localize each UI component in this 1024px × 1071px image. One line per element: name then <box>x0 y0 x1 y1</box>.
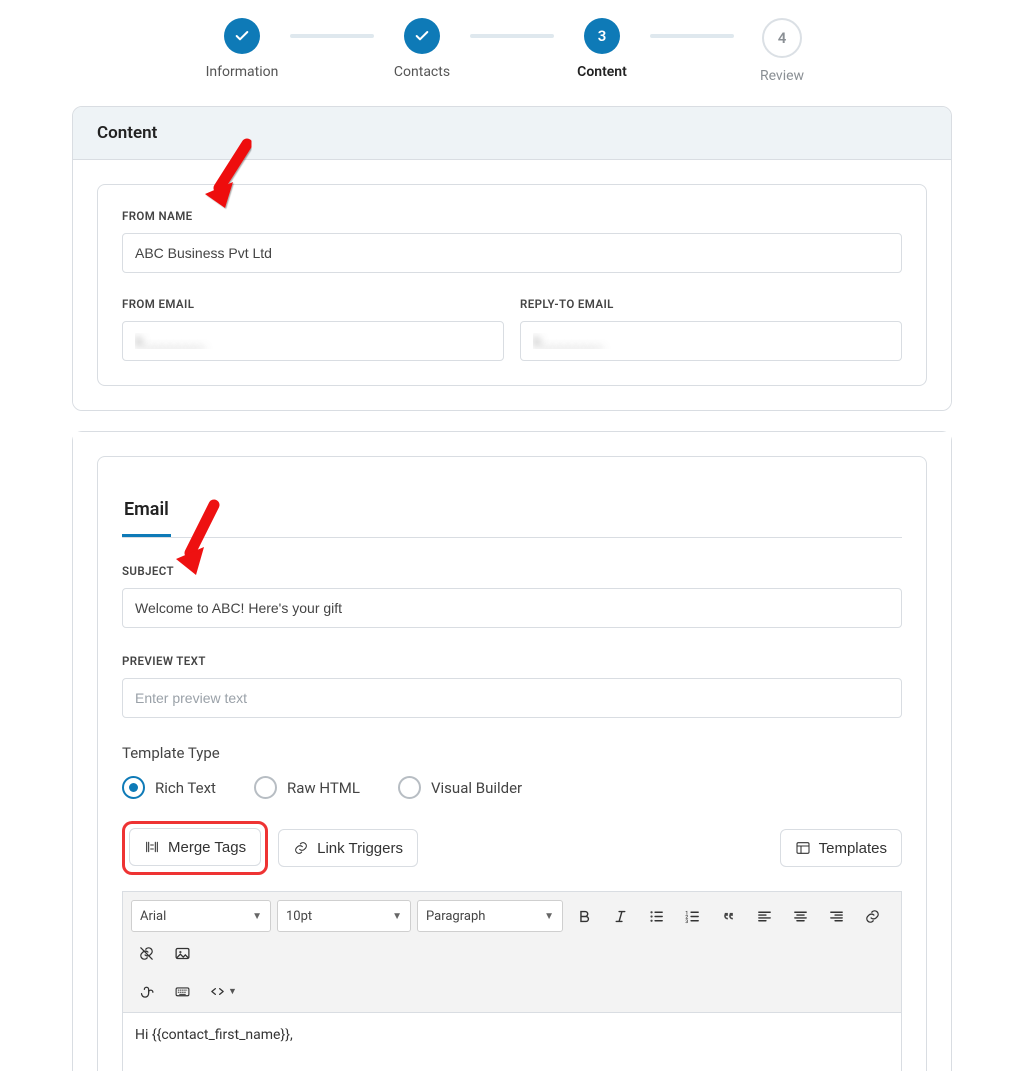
insert-media-button[interactable] <box>131 976 161 1006</box>
unordered-list-button[interactable] <box>641 901 671 931</box>
unlink-button[interactable] <box>131 938 161 968</box>
subject-input[interactable] <box>122 588 902 628</box>
ordered-list-button[interactable]: 123 <box>677 901 707 931</box>
step-connector <box>290 34 374 38</box>
radio-label: Raw HTML <box>287 779 360 797</box>
preview-text-input[interactable] <box>122 678 902 718</box>
radio-dot-icon <box>254 776 277 799</box>
tab-email[interactable]: Email <box>122 481 171 537</box>
email-panel: Email SUBJECT PREVIEW TEXT Template Type… <box>72 431 952 1071</box>
check-icon <box>404 18 440 54</box>
editor-toolbar: Arial ▼ 10pt ▼ Paragraph ▼ 123 <box>123 892 901 1013</box>
radio-dot-icon <box>398 776 421 799</box>
block-format-select[interactable]: Paragraph ▼ <box>417 900 563 932</box>
template-type-radios: Rich Text Raw HTML Visual Builder <box>122 776 902 799</box>
step-number: 4 <box>762 18 802 58</box>
email-card: Email SUBJECT PREVIEW TEXT Template Type… <box>97 456 927 1071</box>
step-review[interactable]: 4 Review <box>734 18 830 84</box>
font-size-select[interactable]: 10pt ▼ <box>277 900 411 932</box>
wizard-stepper: Information Contacts 3 Content 4 Review <box>0 18 1024 84</box>
svg-text:3: 3 <box>685 918 688 924</box>
content-panel: Content FROM NAME FROM EMAIL <box>72 106 952 411</box>
align-right-button[interactable] <box>821 901 851 931</box>
radio-dot-icon <box>122 776 145 799</box>
select-value: 10pt <box>286 909 312 924</box>
check-icon <box>224 18 260 54</box>
from-email-input[interactable] <box>122 321 504 361</box>
preview-text-label: PREVIEW TEXT <box>122 654 902 668</box>
radio-visual-builder[interactable]: Visual Builder <box>398 776 522 799</box>
select-value: Paragraph <box>426 909 485 924</box>
templates-icon <box>795 840 811 856</box>
step-connector <box>650 34 734 38</box>
sender-card: FROM NAME FROM EMAIL REPLY-TO EMAIL <box>97 184 927 386</box>
caret-down-icon: ▼ <box>252 911 262 922</box>
step-information[interactable]: Information <box>194 18 290 80</box>
panel-title: Content <box>73 107 951 160</box>
keyboard-button[interactable] <box>167 976 197 1006</box>
from-name-input[interactable] <box>122 233 902 273</box>
link-icon <box>293 840 309 856</box>
step-label: Contacts <box>394 64 450 80</box>
subject-label: SUBJECT <box>122 564 902 578</box>
merge-tags-icon <box>144 839 160 855</box>
rich-text-editor: Arial ▼ 10pt ▼ Paragraph ▼ 123 <box>122 891 902 1071</box>
step-label: Review <box>760 68 804 84</box>
insert-link-button[interactable] <box>857 901 887 931</box>
bold-button[interactable] <box>569 901 599 931</box>
button-label: Merge Tags <box>168 839 246 856</box>
annotation-highlight: Merge Tags <box>122 821 268 875</box>
font-family-select[interactable]: Arial ▼ <box>131 900 271 932</box>
editor-body[interactable]: Hi {{contact_first_name}}, <box>123 1013 901 1071</box>
insert-image-button[interactable] <box>167 938 197 968</box>
caret-down-icon: ▼ <box>392 911 402 922</box>
radio-raw-html[interactable]: Raw HTML <box>254 776 360 799</box>
step-number: 3 <box>584 18 620 54</box>
templates-button[interactable]: Templates <box>780 829 902 867</box>
button-label: Link Triggers <box>317 840 403 857</box>
align-left-button[interactable] <box>749 901 779 931</box>
merge-tags-button[interactable]: Merge Tags <box>129 828 261 866</box>
caret-down-icon: ▼ <box>544 911 554 922</box>
radio-rich-text[interactable]: Rich Text <box>122 776 216 799</box>
step-content[interactable]: 3 Content <box>554 18 650 80</box>
blockquote-button[interactable] <box>713 901 743 931</box>
from-name-label: FROM NAME <box>122 209 902 223</box>
reply-to-input[interactable] <box>520 321 902 361</box>
step-connector <box>470 34 554 38</box>
radio-label: Rich Text <box>155 779 216 797</box>
select-value: Arial <box>140 909 166 924</box>
link-triggers-button[interactable]: Link Triggers <box>278 829 418 867</box>
reply-to-label: REPLY-TO EMAIL <box>520 297 902 311</box>
from-email-label: FROM EMAIL <box>122 297 504 311</box>
radio-label: Visual Builder <box>431 779 522 797</box>
align-center-button[interactable] <box>785 901 815 931</box>
button-label: Templates <box>819 840 887 857</box>
italic-button[interactable] <box>605 901 635 931</box>
step-label: Content <box>577 64 627 80</box>
code-view-button[interactable]: ▼ <box>203 976 243 1006</box>
step-label: Information <box>206 64 279 80</box>
template-type-label: Template Type <box>122 744 902 762</box>
email-tabs: Email <box>122 481 902 538</box>
caret-down-icon: ▼ <box>228 986 237 997</box>
step-contacts[interactable]: Contacts <box>374 18 470 80</box>
